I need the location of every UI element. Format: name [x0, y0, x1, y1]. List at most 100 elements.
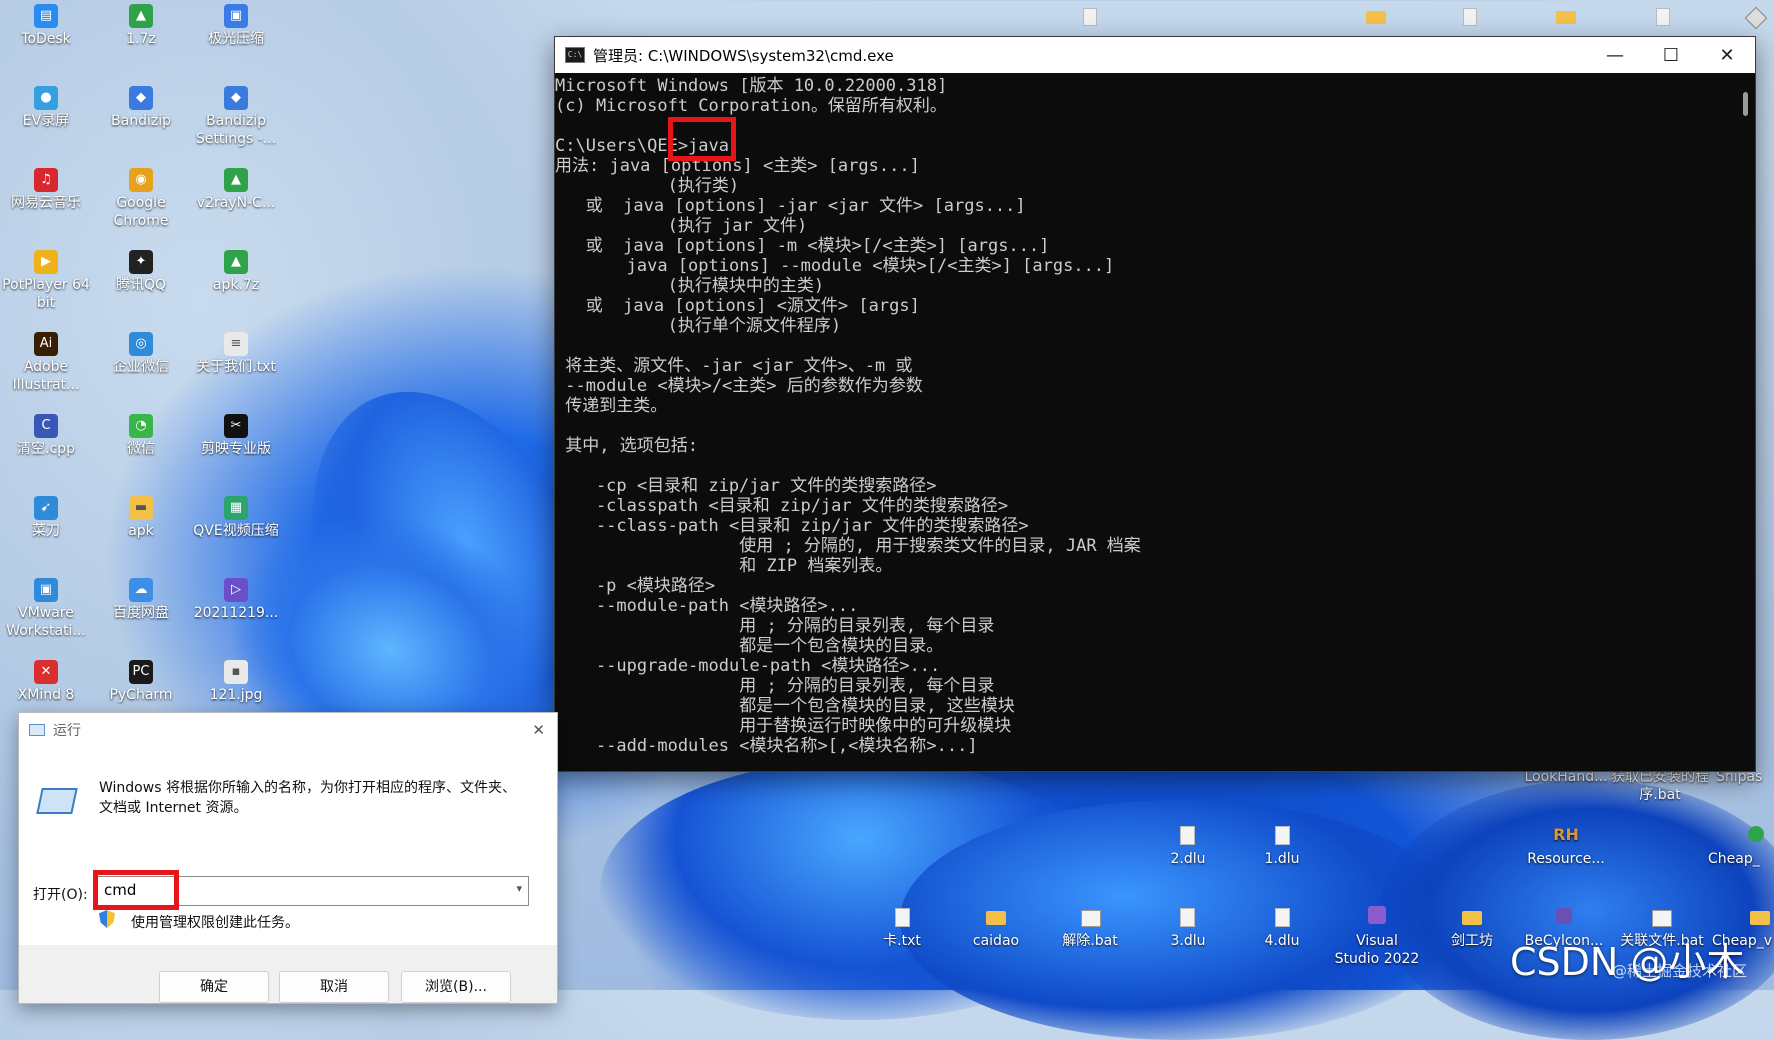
- desktop-icon[interactable]: ♫ 网易云音乐: [0, 168, 92, 212]
- run-description: Windows 将根据你所输入的名称，为你打开相应的程序、文件夹、文档或 Int…: [99, 780, 516, 816]
- desktop-icon[interactable]: ▷ 20211219...: [190, 578, 282, 622]
- console-line: -p <模块路径>: [555, 576, 716, 596]
- run-dialog-title: 运行: [53, 723, 81, 739]
- cmd-titlebar[interactable]: C:\ 管理员: C:\WINDOWS\system32\cmd.exe — ☐…: [555, 37, 1755, 73]
- desktop-icon-label: 菜刀: [32, 523, 60, 539]
- settings-icon[interactable]: [1744, 6, 1768, 30]
- desktop-icon[interactable]: ▬ apk: [95, 496, 187, 540]
- caidao-icon: ➹: [34, 496, 58, 520]
- desktop-icon[interactable]: ▪ 121.jpg: [190, 660, 282, 704]
- cmd-console-output[interactable]: Microsoft Windows [版本 10.0.22000.318] (c)…: [555, 74, 1735, 771]
- app-icon: [1556, 908, 1572, 924]
- scrollbar-thumb[interactable]: [1743, 92, 1748, 116]
- cheap-icon: [1748, 826, 1764, 842]
- console-line: C:\Users\QEE>java: [555, 136, 729, 156]
- desktop-icon[interactable]: Ai Adobe Illustrat...: [0, 332, 92, 394]
- desktop-icon-label: 极光压缩: [208, 31, 264, 47]
- maximize-button[interactable]: ☐: [1643, 37, 1699, 73]
- desktop-item-4dlu[interactable]: 4.dlu: [1242, 932, 1322, 950]
- desktop-icon-label: 企业微信: [113, 359, 169, 375]
- desktop-icon-label: EV录屏: [22, 113, 70, 129]
- desktop-icon[interactable]: ◆ Bandizip: [95, 86, 187, 130]
- desktop-icon[interactable]: ✦ 腾讯QQ: [95, 250, 187, 294]
- desktop-icon-label: 百度网盘: [113, 605, 169, 621]
- wecom-icon: ◎: [129, 332, 153, 356]
- desktop-item-jiangongfang[interactable]: 剑工坊: [1432, 932, 1512, 950]
- run-program-icon: [36, 788, 78, 814]
- file-icon: [1180, 826, 1195, 845]
- desktop-item-1dlu[interactable]: 1.dlu: [1242, 850, 1322, 868]
- minimize-button[interactable]: —: [1587, 37, 1643, 73]
- chevron-down-icon[interactable]: ▾: [516, 882, 522, 895]
- cmd-scrollbar[interactable]: [1735, 74, 1755, 771]
- desktop-icon[interactable]: ◆ Bandizip Settings -...: [190, 86, 282, 148]
- file-icon: [895, 908, 910, 927]
- open-input[interactable]: cmd: [104, 881, 136, 899]
- vmware-icon: ▣: [34, 578, 58, 602]
- visual-studio-icon: [1368, 906, 1386, 924]
- desktop-icon[interactable]: ▲ apk.7z: [190, 250, 282, 294]
- console-line: (执行类): [555, 176, 740, 196]
- console-line: 都是一个包含模块的目录, 这些模块: [555, 696, 1015, 716]
- desktop-item-2dlu[interactable]: 2.dlu: [1148, 850, 1228, 868]
- run-close-button[interactable]: ✕: [532, 721, 545, 739]
- desktop-item-resource[interactable]: Resource...: [1516, 850, 1616, 868]
- desktop-icon[interactable]: ✂ 剪映专业版: [190, 414, 282, 458]
- cmd-window[interactable]: C:\ 管理员: C:\WINDOWS\system32\cmd.exe — ☐…: [554, 36, 1756, 772]
- desktop-icon[interactable]: ➹ 菜刀: [0, 496, 92, 540]
- qq-icon: ✦: [129, 250, 153, 274]
- desktop-item-ka-txt[interactable]: 卡.txt: [862, 932, 942, 950]
- folder-icon[interactable]: [1366, 11, 1386, 24]
- wechat-icon: ◔: [129, 414, 153, 438]
- console-line: -cp <目录和 zip/jar 文件的类搜索路径>: [555, 476, 937, 496]
- folder-icon[interactable]: [1556, 11, 1576, 24]
- desktop-icon-label: 微信: [127, 441, 155, 457]
- desktop-icon-label: apk.7z: [212, 277, 260, 293]
- desktop-item-jiechu-bat[interactable]: 解除.bat: [1050, 932, 1130, 950]
- desktop-icon[interactable]: ● EV录屏: [0, 86, 92, 130]
- desktop-icon[interactable]: ▣ VMware Workstati...: [0, 578, 92, 640]
- browse-button[interactable]: 浏览(B)...: [401, 971, 511, 1003]
- file-icon[interactable]: [1083, 8, 1097, 26]
- desktop-icon[interactable]: ✕ XMind 8: [0, 660, 92, 704]
- cancel-button[interactable]: 取消: [279, 971, 389, 1003]
- file-icon[interactable]: [1463, 8, 1477, 26]
- console-line: 或 java [options] <源文件> [args]: [555, 296, 920, 316]
- desktop-item-visual-studio[interactable]: Visual Studio 2022: [1332, 932, 1422, 968]
- bat-file-icon: [1652, 910, 1672, 927]
- desktop-icon[interactable]: C 清空.cpp: [0, 414, 92, 458]
- ok-button[interactable]: 确定: [159, 971, 269, 1003]
- capcut-icon: ✂: [224, 414, 248, 438]
- desktop-icon[interactable]: ◉ Google Chrome: [95, 168, 187, 230]
- video-file-icon: ▷: [224, 578, 248, 602]
- desktop-icon[interactable]: ▶ PotPlayer 64 bit: [0, 250, 92, 312]
- desktop-icon[interactable]: PC PyCharm: [95, 660, 187, 704]
- run-footer: 确定 取消 浏览(B)...: [19, 945, 557, 1003]
- desktop-item-cheap-1[interactable]: Cheap_: [1708, 850, 1774, 868]
- desktop-icon[interactable]: ◎ 企业微信: [95, 332, 187, 376]
- file-icon[interactable]: [1656, 8, 1670, 26]
- console-line: 用于替换运行时映像中的可升级模块: [555, 716, 1012, 736]
- desktop-icon-label: PyCharm: [109, 687, 173, 703]
- run-dialog[interactable]: 运行 ✕ Windows 将根据你所输入的名称，为你打开相应的程序、文件夹、文档…: [18, 712, 558, 1004]
- console-line: --module <模块>/<主类> 后的参数作为参数: [555, 376, 923, 396]
- desktop-icon-label: Adobe Illustrat...: [12, 359, 80, 393]
- archive-7z-icon: ▲: [224, 250, 248, 274]
- desktop-item-get-installed[interactable]: 获取已安装的程序.bat: [1610, 768, 1710, 804]
- console-line: 使用 ; 分隔的, 用于搜索类文件的目录, JAR 档案: [555, 536, 1141, 556]
- desktop-icon[interactable]: ▦ QVE视频压缩: [190, 496, 282, 540]
- desktop-item-3dlu[interactable]: 3.dlu: [1148, 932, 1228, 950]
- open-combobox[interactable]: cmd ▾: [97, 876, 529, 906]
- desktop-icon-label: 121.jpg: [209, 687, 263, 703]
- desktop-icon[interactable]: ◔ 微信: [95, 414, 187, 458]
- desktop-icon[interactable]: ≡ 关于我们.txt: [190, 332, 282, 376]
- console-line: java [options] --module <模块>[/<主类>] [arg…: [555, 256, 1115, 276]
- close-button[interactable]: ✕: [1699, 37, 1755, 73]
- desktop-icon[interactable]: ▲ v2rayN-C...: [190, 168, 282, 212]
- run-titlebar[interactable]: 运行 ✕: [19, 713, 557, 747]
- desktop-icon[interactable]: ☁ 百度网盘: [95, 578, 187, 622]
- desktop-icon-label: XMind 8: [17, 687, 75, 703]
- desktop-item-caidao[interactable]: caidao: [956, 932, 1036, 950]
